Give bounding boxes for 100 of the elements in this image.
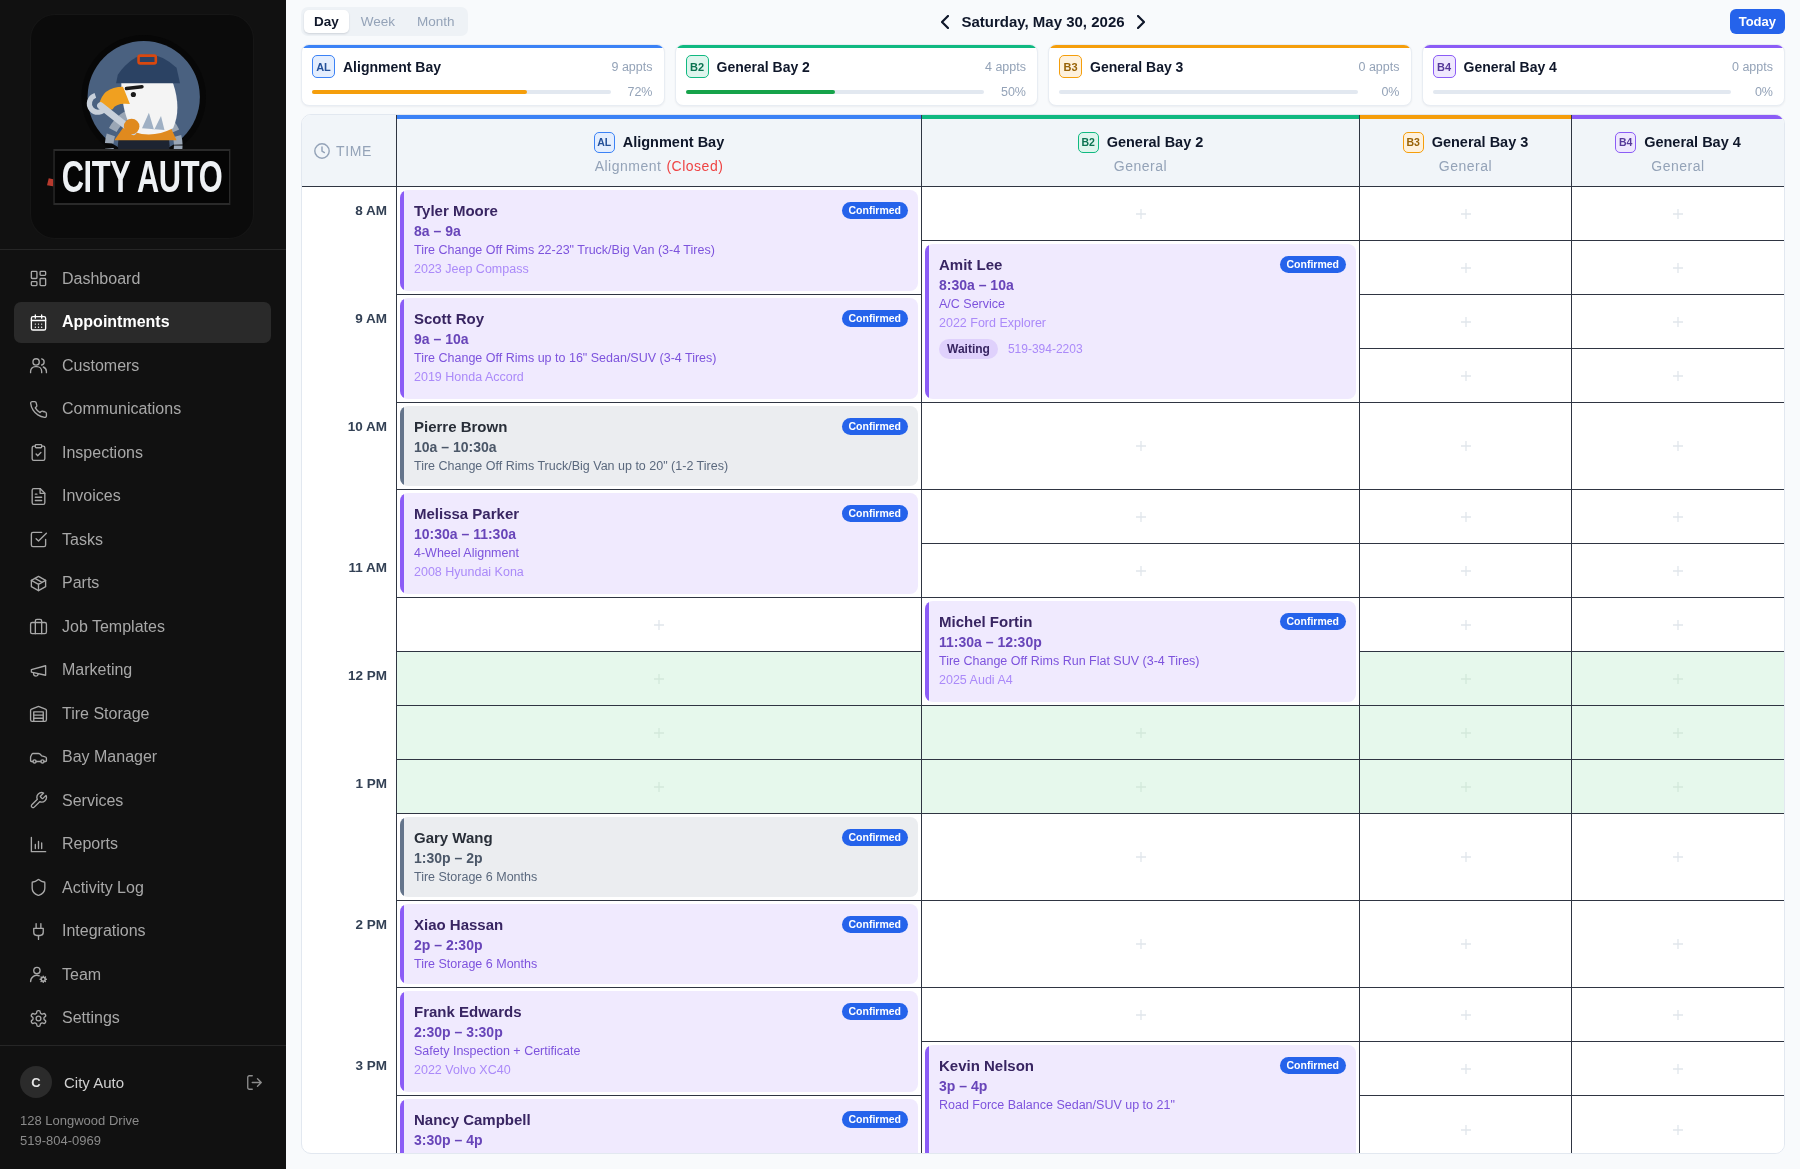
nav-item[interactable]: Tire Storage [14, 693, 271, 734]
bay-status: (Closed) [666, 157, 724, 174]
status-badge: Confirmed [841, 310, 908, 327]
vehicle-name: 2019 Honda Accord [414, 369, 525, 386]
bay-name: General Bay 4 [1463, 58, 1557, 75]
customer-name: Amit Lee [939, 255, 1003, 275]
service-name: Tire Change Off Rims Truck/Big Van up to 20" (1-2 Tires) [414, 458, 730, 475]
appointment-time: 3:30p – 4p [414, 1131, 484, 1150]
nav-item[interactable]: Dashboard [14, 258, 271, 299]
nav-item[interactable]: Marketing [14, 649, 271, 691]
appointment-time: 3p – 4p [939, 1077, 989, 1096]
status-badge: Confirmed [841, 916, 908, 933]
bay-name: General Bay 3 [1090, 58, 1184, 75]
nav-item[interactable]: Appointments [14, 301, 271, 343]
previous-day-button[interactable] [941, 14, 950, 29]
plus-icon [1460, 565, 1471, 576]
service-name: Tire Change Off Rims 22-23" Truck/Big Van (3-4 Tires) [414, 242, 716, 259]
nav-item[interactable]: Bay Manager [14, 736, 271, 778]
appointment-card[interactable]: Michel Fortin Confirmed 11:30a – 12:30p Tire Change Off Rims Run Flat SUV (3-4 Tires) 2025 Audi A4 [925, 601, 1356, 702]
plus-icon [1673, 619, 1683, 630]
plus-icon [1135, 1009, 1146, 1020]
nav-item[interactable]: Inspections [14, 432, 271, 473]
logo-wordmark: CITY AUTO [53, 149, 231, 205]
status-badge: Confirmed [841, 418, 908, 435]
customer-name: Gary Wang [414, 828, 493, 848]
appointment-card[interactable]: Pierre Brown Confirmed 10a – 10:30a Tire Change Off Rims Truck/Big Van up to 20" (1-2 Tires) [400, 406, 918, 486]
next-day-button[interactable] [1136, 14, 1145, 29]
bay-code-badge: B3 [1402, 131, 1424, 153]
customer-name: Scott Roy [414, 309, 484, 329]
appointment-time: 10a – 10:30a [414, 438, 498, 457]
nav-item[interactable]: Communications [14, 388, 271, 430]
plus-icon [1673, 1009, 1683, 1020]
bay-code-badge: B4 [1615, 131, 1637, 153]
nav-item[interactable]: Invoices [14, 475, 271, 517]
bar-chart-icon [29, 834, 48, 854]
layout-grid-icon [29, 269, 48, 288]
empty-slot[interactable] [396, 652, 921, 706]
nav-item[interactable]: Parts [14, 562, 271, 604]
plus-icon [1673, 208, 1683, 219]
nav-item[interactable]: Integrations [14, 910, 271, 952]
service-name: Safety Inspection + Certificate [414, 1043, 582, 1060]
logout-icon [247, 1074, 262, 1090]
time-label: 1 PM [355, 776, 387, 791]
appointment-card[interactable]: Frank Edwards Confirmed 2:30p – 3:30p Safety Inspection + Certificate 2022 Volvo XC40 [400, 991, 918, 1092]
plus-icon [1673, 511, 1683, 522]
vehicle-name: 2022 Volvo XC40 [414, 1062, 512, 1079]
empty-slot[interactable] [396, 598, 921, 652]
customer-name: Nancy Campbell [414, 1110, 531, 1130]
service-name: 4-Wheel Alignment [414, 545, 520, 562]
plus-icon [1460, 619, 1471, 630]
appointment-card[interactable]: Scott Roy Confirmed 9a – 10a Tire Change Off Rims up to 16" Sedan/SUV (3-4 Tires) 2019 Honda Accord [400, 298, 918, 399]
nav-item[interactable]: Team [14, 954, 271, 995]
today-button[interactable]: Today [1729, 9, 1785, 34]
appointment-card[interactable]: Melissa Parker Confirmed 10:30a – 11:30a 4-Wheel Alignment 2008 Hyundai Kona [400, 493, 918, 594]
bay-name: General Bay 2 [716, 58, 810, 75]
nav-item[interactable]: Settings [14, 997, 271, 1039]
box-icon [29, 573, 48, 593]
customer-name: Pierre Brown [414, 417, 508, 437]
plus-icon [1673, 262, 1683, 273]
plus-icon [1135, 441, 1146, 451]
plus-icon [1673, 852, 1683, 862]
phone-text: 519-804-0969 [20, 1132, 102, 1150]
nav-item[interactable]: Reports [14, 823, 271, 865]
date-title: Saturday, May 30, 2026 [961, 13, 1125, 30]
nav-item[interactable]: Job Templates [14, 606, 271, 647]
service-name: Tire Change Off Rims Run Flat SUV (3-4 Tires) [939, 653, 1201, 670]
account-name: City Auto [64, 1073, 126, 1091]
plus-icon [1673, 441, 1683, 451]
plus-icon [1460, 441, 1471, 451]
customer-name: Melissa Parker [414, 504, 520, 524]
appointment-time: 1:30p – 2p [414, 849, 484, 868]
appointment-card[interactable]: Nancy Campbell Confirmed 3:30p – 4p [400, 1099, 918, 1153]
nav-item[interactable]: Services [14, 780, 271, 821]
appointment-card[interactable]: Amit Lee Confirmed 8:30a – 10a A/C Service 2022 Ford Explorer Waiting 519-394-2203 [925, 244, 1356, 399]
utilization-percent: 50% [999, 85, 1026, 99]
plus-icon [1460, 852, 1471, 862]
service-name: Tire Storage 6 Months [414, 956, 539, 973]
nav-item[interactable]: Tasks [14, 519, 271, 560]
customer-name: Xiao Hassan [414, 915, 504, 935]
plus-icon [1460, 1063, 1471, 1074]
nav-item[interactable]: Customers [14, 345, 271, 386]
plus-icon [1673, 565, 1683, 576]
appointment-card[interactable]: Kevin Nelson Confirmed 3p – 4p Road Force Balance Sedan/SUV up to 21" [925, 1045, 1356, 1153]
plus-icon [1135, 852, 1146, 862]
nav-item[interactable]: Activity Log [14, 867, 271, 908]
plus-icon [1673, 1124, 1683, 1135]
view-tab[interactable]: Day [304, 10, 349, 33]
bay-code-badge: B2 [685, 55, 709, 78]
logout-button[interactable] [247, 1074, 262, 1090]
utilization-percent: 0% [1753, 85, 1773, 99]
time-label: 2 PM [355, 917, 387, 932]
appointment-card[interactable]: Xiao Hassan Confirmed 2p – 2:30p Tire Storage 6 Months [400, 904, 918, 984]
plus-icon [1673, 939, 1683, 949]
appointment-card[interactable]: Tyler Moore Confirmed 8a – 9a Tire Change Off Rims 22-23" Truck/Big Van (3-4 Tires) 2023 Jeep Compass [400, 190, 918, 291]
bay-name: General Bay 3 [1431, 134, 1529, 150]
appointment-card[interactable]: Gary Wang Confirmed 1:30p – 2p Tire Storage 6 Months [400, 817, 918, 897]
document-icon [29, 486, 48, 506]
appointment-count: 0 appts [1732, 59, 1773, 74]
customer-name: Michel Fortin [939, 612, 1033, 632]
bay-code-badge: B2 [1077, 131, 1099, 153]
